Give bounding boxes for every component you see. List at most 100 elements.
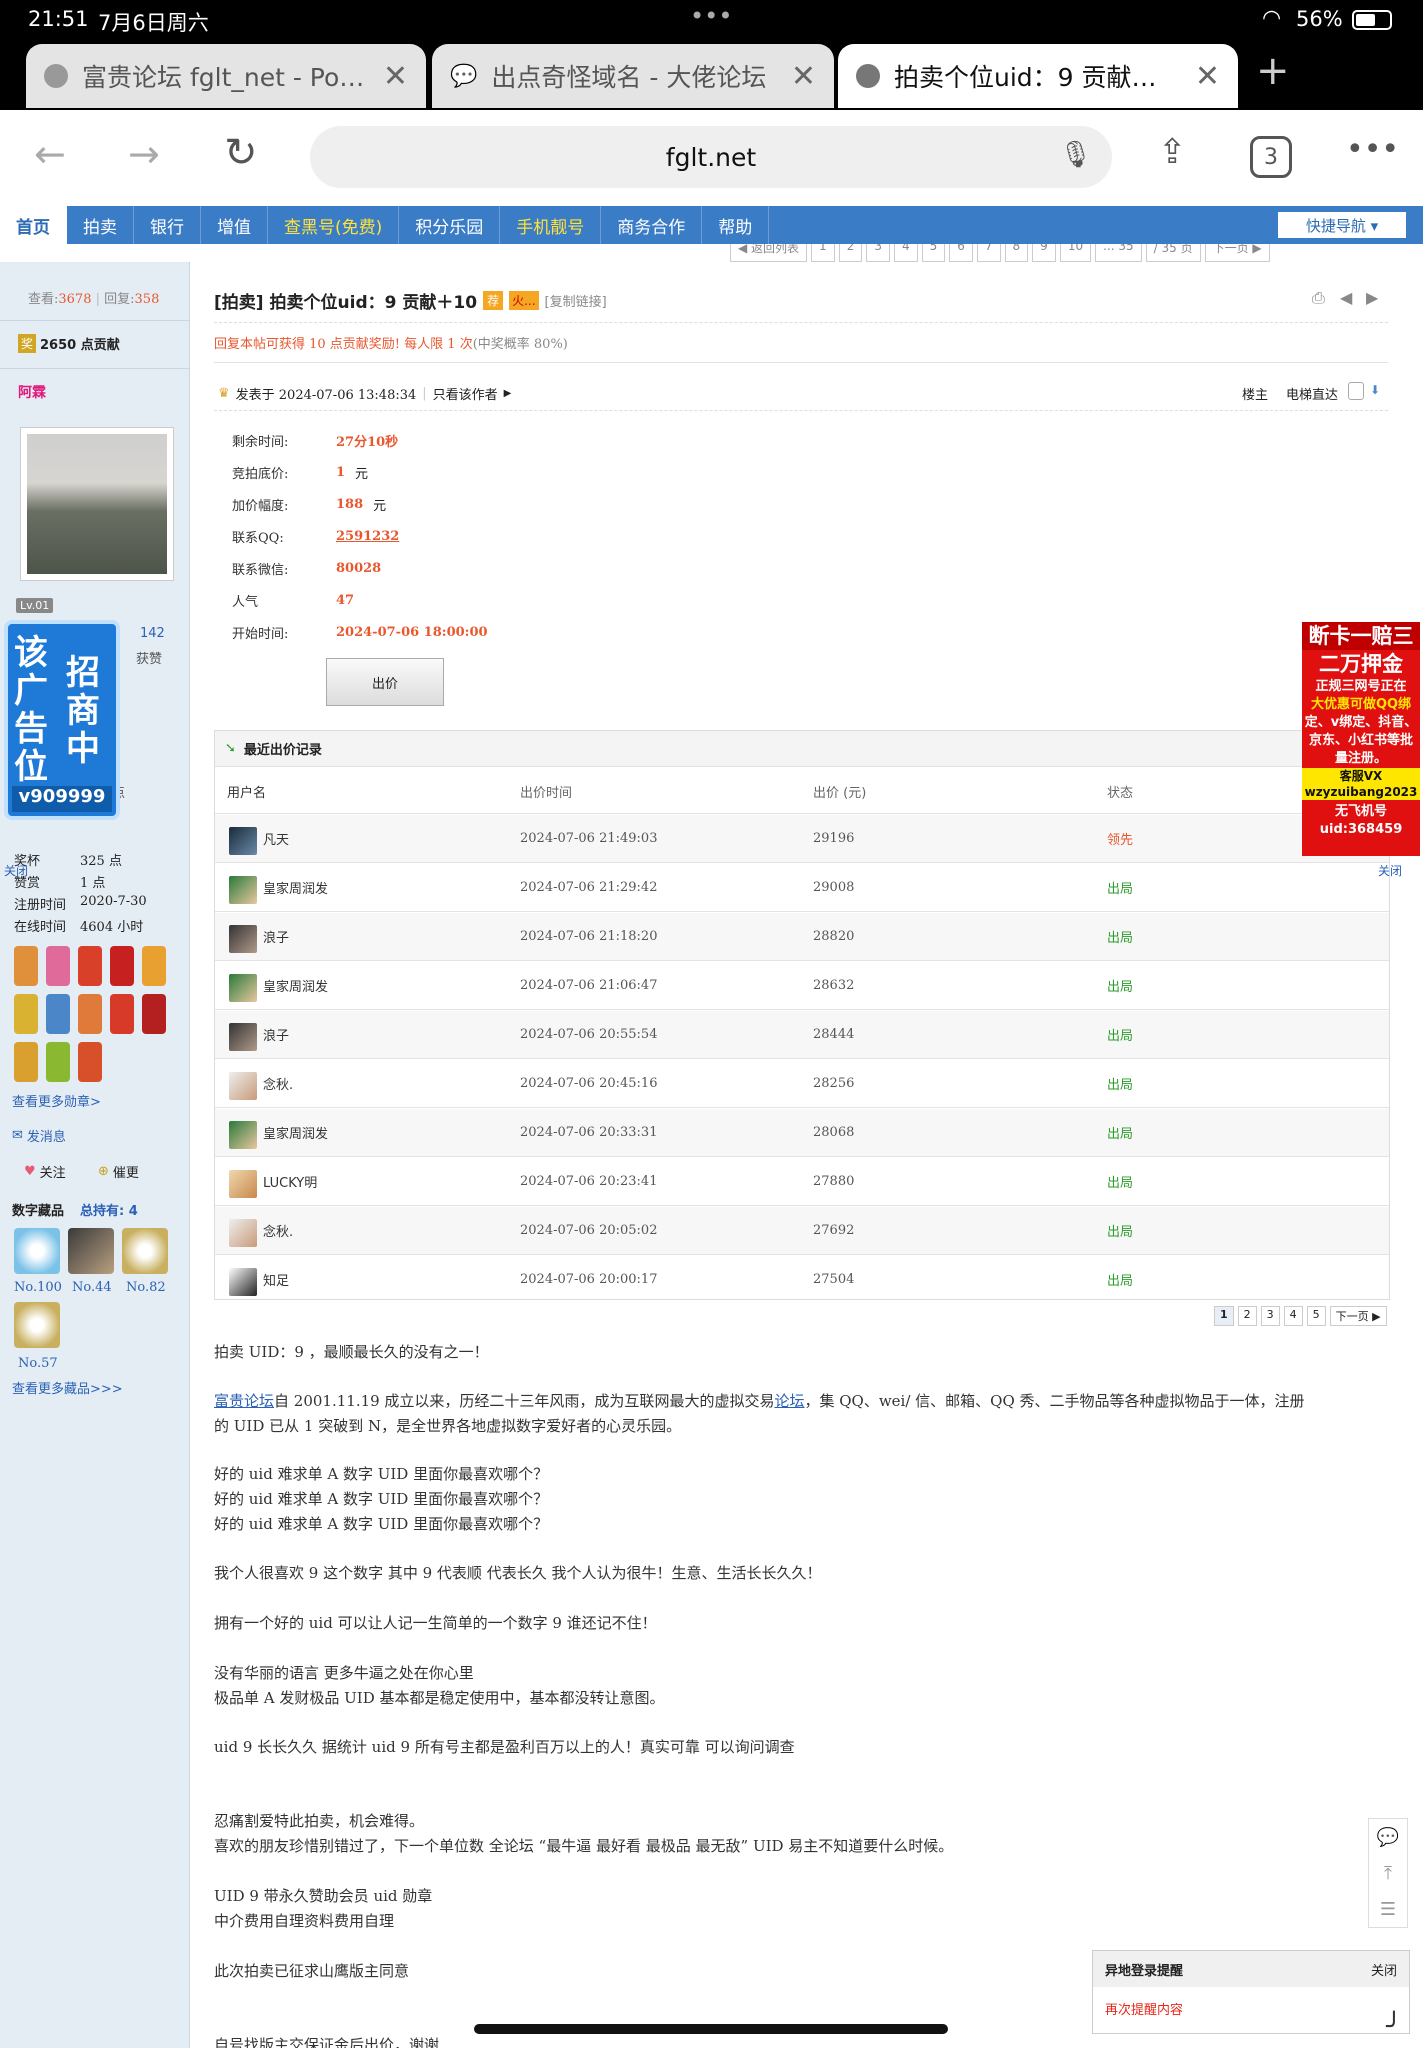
close-icon[interactable]: ✕ [1195, 59, 1220, 94]
bidder-name[interactable]: 凡天 [263, 829, 289, 848]
microphone-icon[interactable]: 🎙 [1059, 140, 1092, 170]
bidder-name[interactable]: LUCKY明 [263, 1172, 317, 1191]
collection-item-label[interactable]: No.57 [18, 1356, 58, 1371]
urge-update-button[interactable]: ⊕ 催更 [98, 1162, 139, 1181]
collection-item-image[interactable] [68, 1228, 114, 1274]
avatar[interactable] [229, 974, 257, 1002]
avatar[interactable] [229, 876, 257, 904]
page-link[interactable]: 5 [1306, 1306, 1326, 1326]
more-collection-link[interactable]: 查看更多藏品>>> [12, 1378, 123, 1397]
tab-count-button[interactable]: 3 [1250, 136, 1292, 178]
left-ad-close[interactable]: 关闭 [4, 862, 28, 879]
share-button[interactable]: ⇪ [1158, 132, 1187, 172]
medal-icon[interactable] [14, 946, 38, 986]
print-icon[interactable]: ⎙ [1312, 288, 1325, 308]
avatar[interactable] [229, 1121, 257, 1149]
home-indicator[interactable] [474, 2024, 948, 2034]
only-author-link[interactable]: 只看该作者 [433, 384, 498, 403]
close-icon[interactable]: ✕ [791, 59, 816, 94]
bidder-name[interactable]: 皇家周润发 [263, 1123, 328, 1142]
avatar[interactable] [229, 827, 257, 855]
avatar[interactable] [229, 1170, 257, 1198]
medal-icon[interactable] [142, 946, 166, 986]
author-name[interactable]: 阿霖 [18, 382, 46, 402]
login-alert-close[interactable]: 关闭 [1371, 1960, 1397, 1979]
medal-icon[interactable] [110, 994, 134, 1034]
resize-handle-icon[interactable]: ╯ [1386, 2012, 1402, 2042]
close-icon[interactable]: ✕ [383, 59, 408, 94]
next-thread-icon[interactable]: ▶ [1366, 288, 1378, 307]
bidder-name[interactable]: 皇家周润发 [263, 976, 328, 995]
page-link[interactable]: 3 [1260, 1306, 1280, 1326]
likes-count[interactable]: 142 [140, 626, 165, 641]
login-alert-link[interactable]: 再次提醒内容 [1093, 1987, 1409, 2030]
collection-item-image[interactable] [14, 1302, 60, 1348]
avatar[interactable] [229, 1023, 257, 1051]
medal-icon[interactable] [78, 994, 102, 1034]
list-icon[interactable]: ☰ [1380, 1899, 1396, 1920]
bidder-name[interactable]: 念秋. [263, 1221, 293, 1240]
nav-points-park[interactable]: 积分乐园 [399, 206, 501, 244]
avatar[interactable] [20, 427, 174, 581]
multitask-dots[interactable]: ••• [690, 2, 732, 30]
back-button[interactable]: ← [34, 132, 66, 176]
bidder-name[interactable]: 浪子 [263, 927, 289, 946]
more-medals-link[interactable]: 查看更多勋章> [12, 1091, 101, 1110]
quick-nav-button[interactable]: 快捷导航 ▾ [1278, 212, 1406, 238]
medal-icon[interactable] [142, 994, 166, 1034]
avatar[interactable] [229, 1072, 257, 1100]
tab-dalao-forum[interactable]: 💬 出点奇怪域名 - 大佬论坛 ✕ [432, 44, 834, 108]
tab-fglt-home[interactable]: 富贵论坛 fglt_net - Powered ✕ [26, 44, 426, 108]
bidder-name[interactable]: 知足 [263, 1270, 289, 1289]
medal-icon[interactable] [14, 1042, 38, 1082]
nav-help[interactable]: 帮助 [702, 206, 770, 244]
collection-item-label[interactable]: No.100 [14, 1280, 62, 1295]
tab-auction-uid[interactable]: 拍卖个位uid：9 贡献＋10 ✕ [838, 44, 1238, 108]
back-to-top-icon[interactable]: ⤒ [1384, 1863, 1392, 1884]
send-message-link[interactable]: ✉ 发消息 [12, 1126, 66, 1145]
medal-icon[interactable] [46, 1042, 70, 1082]
right-ad-close[interactable]: 关闭 [1378, 862, 1402, 879]
more-button[interactable]: ••• [1346, 132, 1399, 167]
prev-thread-icon[interactable]: ◀ [1340, 288, 1352, 307]
luntan-link[interactable]: 论坛 [774, 1392, 804, 1410]
next-page-link[interactable]: 下一页 ▶ [1329, 1306, 1387, 1326]
nav-auction[interactable]: 拍卖 [67, 206, 134, 244]
page-link[interactable]: 1 [1214, 1306, 1234, 1326]
address-bar[interactable]: fglt.net 🎙 [310, 126, 1112, 188]
nav-value-added[interactable]: 增值 [201, 206, 268, 244]
avatar[interactable] [229, 925, 257, 953]
medal-icon[interactable] [78, 946, 102, 986]
elevator-input[interactable] [1348, 382, 1364, 400]
nav-business[interactable]: 商务合作 [601, 206, 703, 244]
left-float-ad[interactable]: 该广告位 招商中 v909999 [4, 620, 120, 820]
medal-icon[interactable] [78, 1042, 102, 1082]
comment-icon[interactable]: 💬 [1377, 1827, 1399, 1848]
avatar[interactable] [229, 1219, 257, 1247]
page-link[interactable]: 4 [1283, 1306, 1303, 1326]
new-tab-button[interactable]: + [1256, 48, 1290, 94]
copy-link[interactable]: [复制链接] [545, 291, 607, 310]
follow-button[interactable]: ♥ 关注 [24, 1162, 66, 1181]
forum-link[interactable]: 富贵论坛 [214, 1392, 274, 1410]
nav-phone-numbers[interactable]: 手机靓号 [500, 206, 602, 244]
nav-bank[interactable]: 银行 [134, 206, 201, 244]
nav-check-blacklist[interactable]: 查黑号(免费) [268, 206, 400, 244]
contact-qq[interactable]: 2591232 [336, 529, 399, 544]
nav-home[interactable]: 首页 [0, 206, 67, 244]
collection-item-image[interactable] [14, 1228, 60, 1274]
bidder-name[interactable]: 皇家周润发 [263, 878, 328, 897]
collection-item-image[interactable] [122, 1228, 168, 1274]
right-float-ad[interactable]: 断卡一赔三 二万押金 正规三网号正在 大优惠可做QQ绑 定、v绑定、抖音、 京东… [1302, 622, 1420, 856]
medal-icon[interactable] [110, 946, 134, 986]
page-link[interactable]: 2 [1237, 1306, 1257, 1326]
avatar[interactable] [229, 1268, 257, 1296]
bidder-name[interactable]: 浪子 [263, 1025, 289, 1044]
collection-item-label[interactable]: No.44 [72, 1280, 112, 1295]
post-tag[interactable]: [拍卖] [214, 288, 264, 313]
go-down-icon[interactable]: ⬇ [1370, 383, 1380, 397]
reload-button[interactable]: ↻ [224, 130, 258, 176]
bid-button[interactable]: 出价 [326, 658, 444, 706]
medal-icon[interactable] [46, 994, 70, 1034]
collection-item-label[interactable]: No.82 [126, 1280, 166, 1295]
